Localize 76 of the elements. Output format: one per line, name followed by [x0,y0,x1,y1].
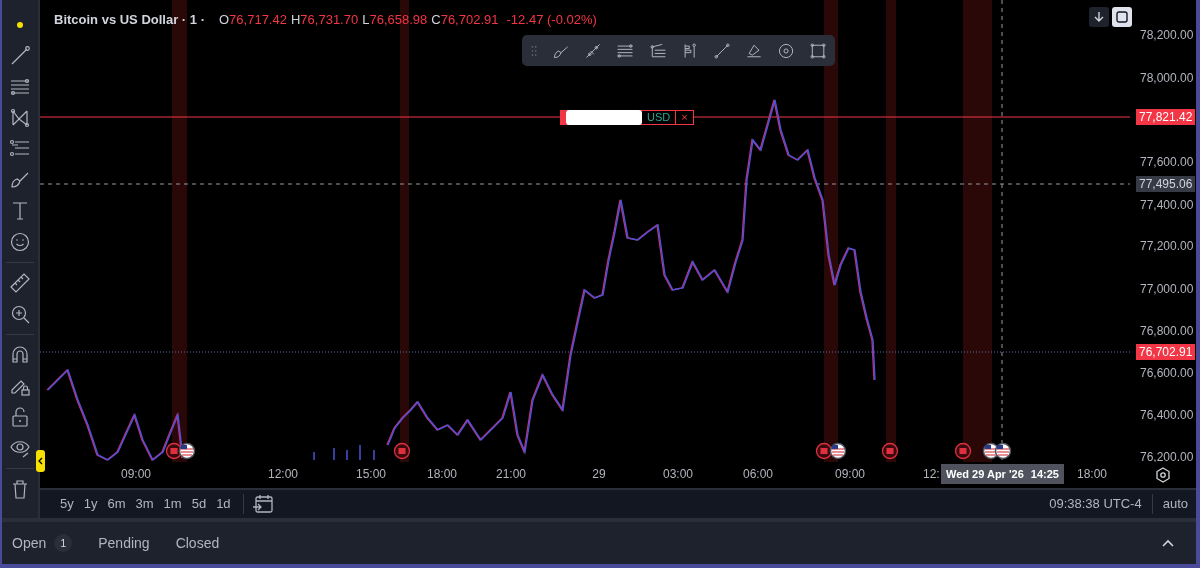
crosshair-price-label: 77,495.06 [1136,176,1196,192]
flag-marker-icon[interactable] [829,442,847,460]
order-label[interactable]: USD × [560,110,694,125]
price-tick [346,449,348,461]
time-axis-label: 03:00 [663,468,693,480]
event-marker-icon[interactable] [881,442,899,460]
magnet-icon[interactable] [9,344,31,366]
scroll-down-button[interactable] [1089,7,1109,27]
price-tick [313,451,315,461]
settings-icon[interactable] [1155,467,1171,483]
count-badge: 1 [54,534,73,552]
price-tick [359,444,361,461]
time-axis-label: 15:00 [356,468,386,480]
ohlc-value: H76,731.70 [290,11,359,29]
lock-icon[interactable] [9,406,31,428]
reset-view-button[interactable] [1112,7,1132,27]
chevron-up-icon[interactable] [1162,539,1174,547]
event-marker-icon[interactable] [954,442,972,460]
price-axis-label: 77,400.00 [1140,199,1194,211]
range-button[interactable]: 6m [103,494,130,514]
flag-marker-icon[interactable] [994,442,1012,460]
range-button[interactable]: 5d [187,494,211,514]
price-axis-label: 77,200.00 [1140,240,1194,252]
close-order-button[interactable]: × [675,111,693,124]
event-marker-icon[interactable] [815,442,833,460]
ohlc-value: C76,702.91 [431,11,499,29]
trade-tab[interactable]: Closed [175,532,220,554]
ohlc-value: O76,717.42 [219,11,287,29]
last-price-label: 76,702.91 [1136,344,1196,360]
price-axis-label: 76,600.00 [1140,367,1194,379]
time-axis-label: 06:00 [743,468,773,480]
flag-marker-icon[interactable] [178,442,196,460]
price-axis-label: 78,000.00 [1140,72,1194,84]
price-axis-label: 76,200.00 [1140,451,1194,462]
calendar-icon[interactable] [251,494,274,514]
date-text: Wed 29 Apr '26 [946,466,1024,482]
price-axis-label: 77,600.00 [1140,156,1194,168]
trade-tab[interactable]: Open 1 [12,532,73,554]
scale-mode-toggle[interactable]: auto [1162,494,1188,514]
order-price-label: 77,821.42 [1136,109,1196,125]
price-axis-label: 76,400.00 [1140,409,1194,421]
clock-text: 09:38:38 UTC-4 [1049,495,1142,514]
range-button[interactable]: 1m [159,494,186,514]
arrow-down-icon [1094,11,1104,23]
price-axis-label: 78,200.00 [1140,29,1194,41]
ohlc-value: L76,658.98 [362,11,428,29]
collapse-tab-icon[interactable] [36,450,45,472]
range-button[interactable]: 5y [56,494,78,514]
parallel-lines-icon[interactable] [9,76,31,98]
smiley-icon[interactable] [9,231,31,253]
square-icon [1116,11,1128,23]
price-axis-label: 76,800.00 [1140,325,1194,337]
time-axis-label: 12: [923,468,940,480]
time-text: 14:25 [1030,466,1059,482]
time-axis-label: 18:00 [1077,468,1107,480]
time-axis-label: 29 [592,468,606,480]
trend-line-icon[interactable] [9,45,31,67]
time-axis-label: 09:00 [835,468,865,480]
ruler-icon[interactable] [9,272,31,294]
event-marker-icon[interactable] [393,442,411,460]
time-axis-label: 09:00 [121,468,151,480]
time-axis-label: 12:00 [268,468,298,480]
time-axis-label: 18:00 [427,468,457,480]
time-axis-label: 21:00 [496,468,526,480]
pattern-icon[interactable] [9,107,31,129]
currency-text: USD [646,112,672,123]
zoom-in-icon[interactable] [9,303,31,325]
range-button[interactable]: 1y [79,494,102,514]
range-button[interactable]: 3m [131,494,158,514]
price-tick [333,447,335,461]
price-tick [373,449,375,461]
trade-tab[interactable]: Pending [98,532,150,554]
price-axis-label: 77,000.00 [1140,283,1194,295]
symbol-title: Bitcoin vs US Dollar · 1 · [54,11,205,29]
range-button[interactable]: 1d [212,494,235,514]
change-value: -12.47 (-0.02%) [506,11,597,29]
